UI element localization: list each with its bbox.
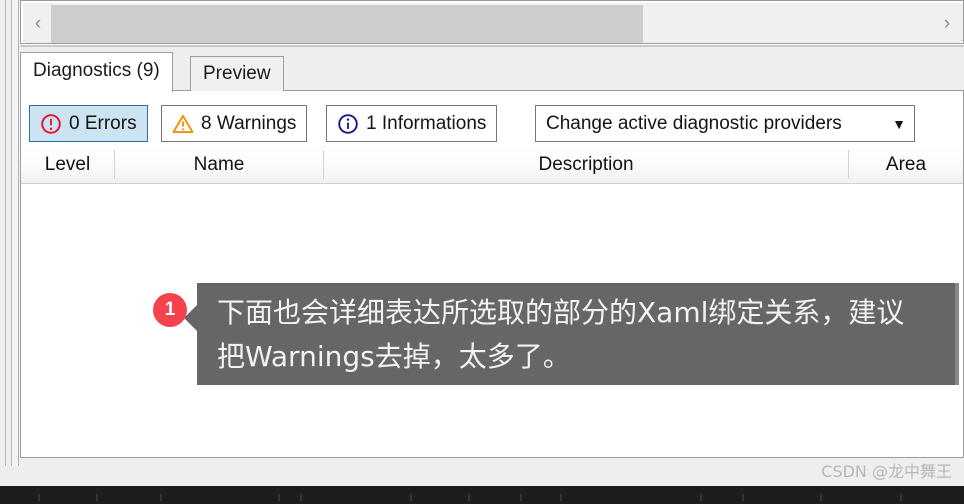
diagnostics-toolbar: 0 Errors 8 Warnings 1 Informations Chang… [21, 91, 963, 146]
chevron-right-icon[interactable]: › [933, 5, 961, 43]
filter-informations-button[interactable]: 1 Informations [326, 105, 498, 142]
annotation-callout: 下面也会详细表达所选取的部分的Xaml绑定关系，建议把Warnings去掉，太多… [184, 283, 955, 385]
annotation-badge: 1 [153, 293, 187, 327]
filter-errors-label: 0 Errors [69, 112, 137, 134]
diagnostics-window: ‹ › Diagnostics (9) Preview 0 Errors 8 W… [0, 0, 964, 504]
chevron-down-icon: ▼ [892, 115, 906, 132]
window-gutter-line-1 [5, 0, 6, 466]
scrollbar-thumb[interactable] [51, 5, 643, 43]
bottom-window-strip [0, 486, 964, 504]
filter-informations-label: 1 Informations [366, 112, 487, 134]
column-header-area[interactable]: Area [849, 146, 963, 183]
diagnostic-providers-value: Change active diagnostic providers [546, 112, 842, 134]
annotation-callout-text: 下面也会详细表达所选取的部分的Xaml绑定关系，建议把Warnings去掉，太多… [217, 296, 905, 373]
tab-preview[interactable]: Preview [190, 56, 284, 91]
error-circle-icon [41, 113, 61, 134]
column-header-description[interactable]: Description [324, 146, 848, 183]
chevron-left-icon[interactable]: ‹ [25, 5, 51, 43]
filter-errors-button[interactable]: 0 Errors [29, 105, 148, 142]
warning-triangle-icon [172, 114, 194, 133]
grid-column-header: Level Name Description Area [21, 146, 963, 184]
tab-diagnostics[interactable]: Diagnostics (9) [20, 52, 173, 92]
horizontal-scrollbar[interactable]: ‹ › [20, 0, 964, 44]
panel-outer-edge [18, 0, 19, 466]
tab-preview-label: Preview [203, 63, 271, 84]
column-header-name[interactable]: Name [115, 146, 323, 183]
watermark: CSDN @龙中舞王 [821, 462, 952, 481]
column-header-level[interactable]: Level [21, 146, 114, 183]
info-circle-icon [338, 113, 358, 134]
filter-warnings-label: 8 Warnings [201, 112, 297, 134]
tab-diagnostics-label: Diagnostics (9) [33, 60, 160, 81]
scrollbar-track[interactable]: ‹ › [23, 3, 963, 43]
tab-strip: Diagnostics (9) Preview [20, 52, 964, 92]
diagnostic-providers-dropdown[interactable]: Change active diagnostic providers ▼ [535, 105, 915, 142]
scrollbar-track-remainder[interactable] [643, 5, 961, 43]
diagnostics-panel: 0 Errors 8 Warnings 1 Informations Chang… [20, 90, 964, 458]
filter-warnings-button[interactable]: 8 Warnings [161, 105, 308, 142]
scrollbar-underline [20, 44, 964, 47]
